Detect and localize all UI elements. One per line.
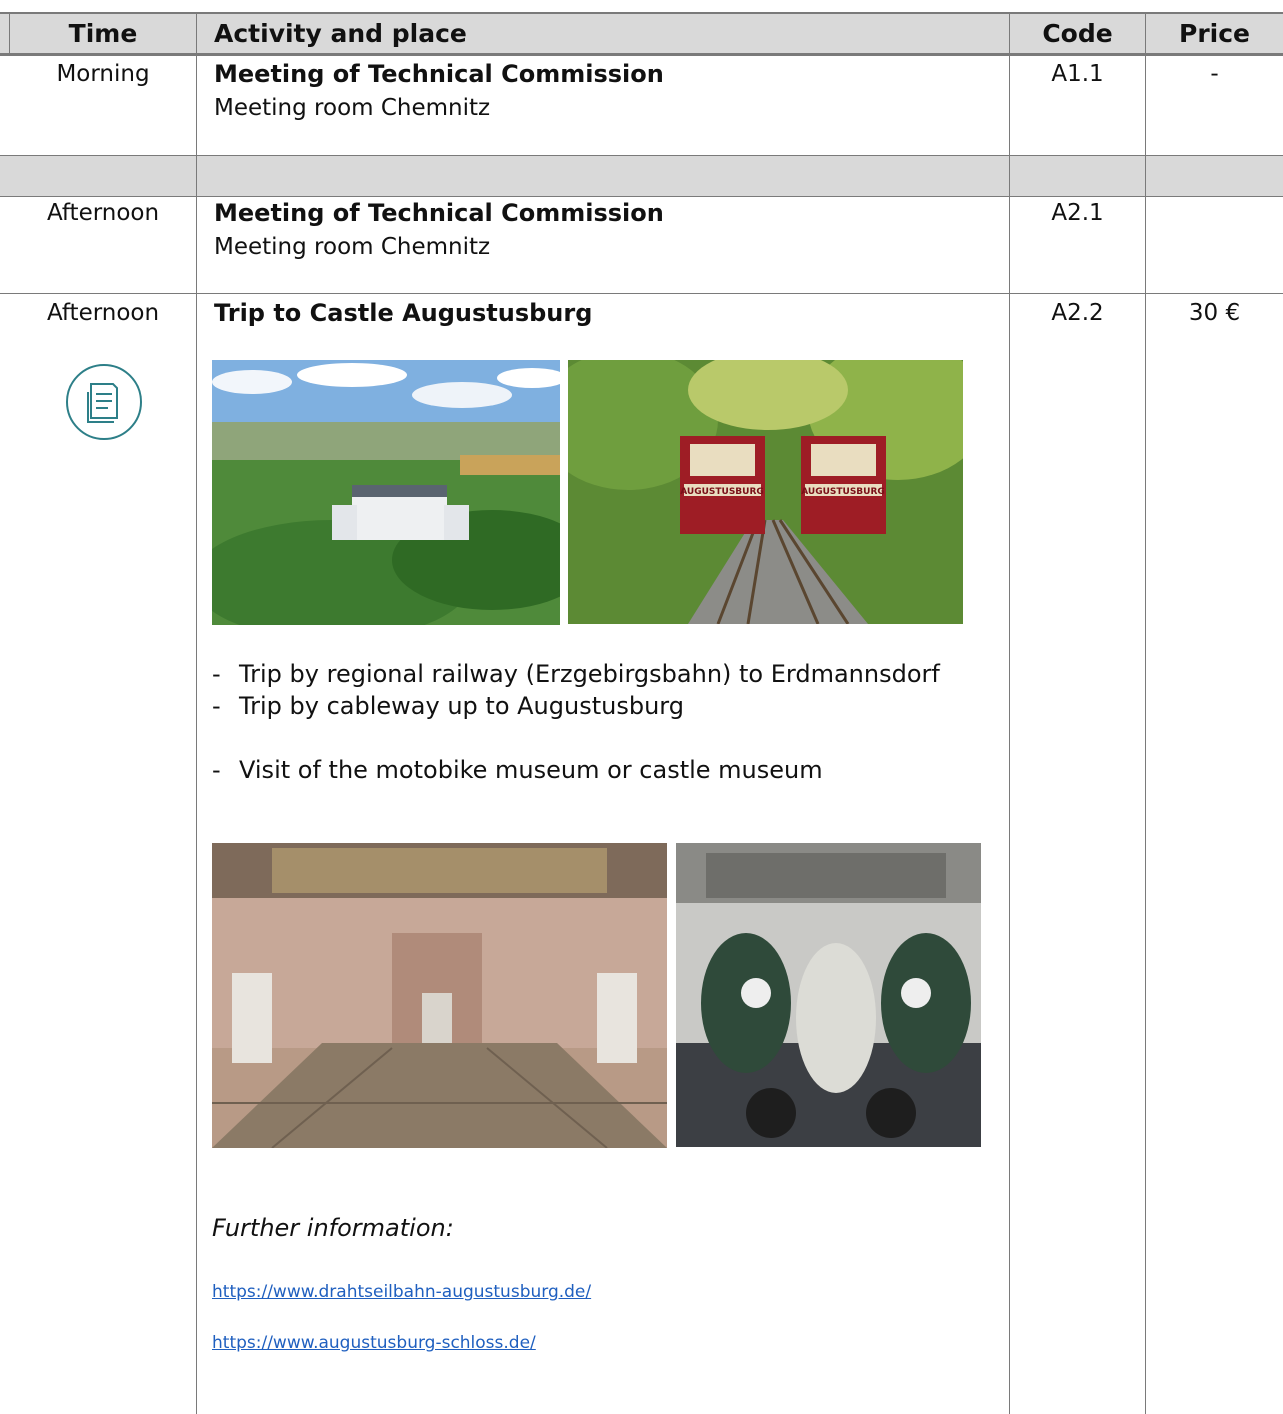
- row-time: Morning: [56, 61, 150, 87]
- row-code: A1.1: [1051, 61, 1104, 87]
- activity-title: Trip to Castle Augustusburg: [214, 299, 593, 327]
- trip-itinerary-list: - Trip by regional railway (Erzgebirgsba…: [212, 658, 992, 786]
- header-time: Time: [68, 19, 138, 48]
- row-time: Afternoon: [46, 300, 160, 326]
- row-code: A2.1: [1051, 200, 1104, 226]
- railcar-sign-left: AUGUSTUSBURG: [680, 487, 764, 497]
- grid-line: [196, 12, 197, 1414]
- activity-place: Meeting room Chemnitz: [214, 234, 491, 260]
- grid-line: [1145, 12, 1146, 1414]
- list-item-text: Visit of the motobike museum or castle m…: [239, 756, 823, 784]
- header-code: Code: [1042, 19, 1113, 48]
- motorbike-museum-photo: [676, 843, 981, 1147]
- activity-title: Meeting of Technical Commission: [214, 60, 664, 88]
- bullet-dash: -: [212, 692, 221, 720]
- grid-line: [0, 12, 1283, 14]
- grid-line: [0, 53, 1283, 56]
- list-item: - Trip by cableway up to Augustusburg: [212, 690, 992, 722]
- activity-place: Meeting room Chemnitz: [214, 95, 491, 121]
- list-item-text: Trip by cableway up to Augustusburg: [239, 692, 684, 720]
- schedule-table: Time Activity and place Code Price Morni…: [0, 0, 1283, 1414]
- grid-line: [0, 155, 1283, 156]
- bullet-dash: -: [212, 756, 221, 784]
- castle-aerial-photo: [212, 360, 560, 625]
- cableway-website-link[interactable]: https://www.drahtseilbahn-augustusburg.d…: [212, 1282, 591, 1302]
- header-price: Price: [1179, 19, 1250, 48]
- list-item-text: Trip by regional railway (Erzgebirgsbahn…: [239, 660, 940, 688]
- row-price: 30 €: [1188, 300, 1241, 326]
- row-price: -: [1210, 61, 1219, 87]
- further-information-label: Further information:: [212, 1214, 454, 1242]
- list-item: - Visit of the motobike museum or castle…: [212, 754, 992, 786]
- list-item: - Trip by regional railway (Erzgebirgsba…: [212, 658, 992, 690]
- bullet-dash: -: [212, 660, 221, 688]
- row-time: Afternoon: [46, 200, 160, 226]
- castle-hall-photo: [212, 843, 667, 1148]
- separator-row: [0, 156, 1283, 196]
- row-code: A2.2: [1051, 300, 1104, 326]
- ticket-icon: [64, 362, 144, 442]
- activity-title: Meeting of Technical Commission: [214, 199, 664, 227]
- railcar-sign-right: AUGUSTUSBURG: [801, 487, 885, 497]
- grid-line: [0, 293, 1283, 294]
- header-activity: Activity and place: [214, 19, 467, 48]
- cableway-railcar-photo: AUGUSTUSBURG AUGUSTUSBURG: [568, 360, 963, 624]
- castle-website-link[interactable]: https://www.augustusburg-schloss.de/: [212, 1333, 536, 1353]
